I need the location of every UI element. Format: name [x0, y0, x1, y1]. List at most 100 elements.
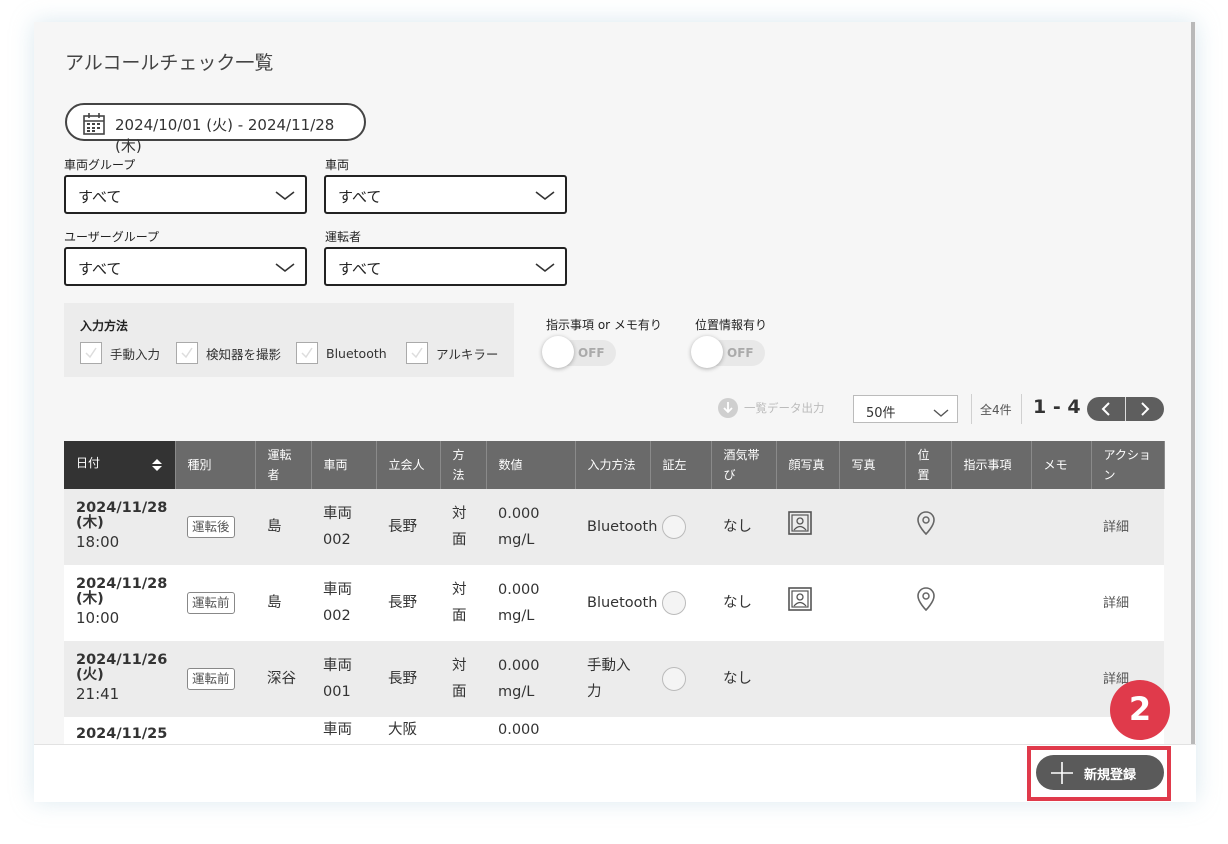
pagination: [1087, 397, 1164, 421]
evidence-cell: [650, 489, 711, 565]
type-cell: 運転前: [175, 565, 255, 641]
step-badge: 2: [1110, 680, 1170, 740]
checkbox-label: アルキラー: [436, 346, 499, 362]
divider: [971, 394, 972, 424]
type-badge: 運転前: [187, 668, 235, 690]
page-title: アルコールチェック一覧: [65, 52, 274, 74]
location-cell: [905, 489, 951, 565]
detail-link[interactable]: 詳細: [1103, 520, 1129, 535]
photo-cell: [839, 641, 905, 717]
vertical-scrollbar[interactable]: [1191, 22, 1195, 745]
table-row[interactable]: 2024/11/28 (木) 10:00 運転前 島 車両002 長野 対面 0.…: [64, 565, 1164, 641]
type-cell: 運転前: [175, 641, 255, 717]
instructions-toggle[interactable]: OFF: [542, 336, 616, 368]
location-toggle[interactable]: OFF: [691, 336, 765, 368]
checkbox-manual[interactable]: 手動入力: [80, 341, 160, 365]
driver-select[interactable]: すべて: [324, 247, 567, 286]
column-header: 入力方法: [575, 441, 651, 489]
date-cell: 2024/11/28 (木) 18:00: [64, 489, 175, 565]
instructions-toggle-label: 指示事項 or メモ有り: [546, 318, 662, 332]
checkbox-photo-detector[interactable]: 検知器を撮影: [176, 341, 281, 365]
checkbox-label: Bluetooth: [326, 345, 387, 361]
evidence-indicator: [662, 515, 686, 539]
column-header: 運転者: [255, 441, 312, 489]
chevron-down-icon: [933, 404, 949, 423]
next-page-button[interactable]: [1126, 397, 1164, 421]
alcohol-check-table: 日付 種別 運転者 車両 立会人 方法 数値 入力方法 証左 酒気帯び 顔写真 …: [64, 441, 1165, 793]
value-cell: 0.000 mg/L: [486, 641, 575, 717]
toggle-knob: [542, 336, 574, 368]
time-text: 10:00: [76, 609, 120, 627]
alcohol-cell: なし: [711, 565, 776, 641]
checkbox-label: 手動入力: [110, 346, 161, 362]
vehicle-value: すべて: [338, 188, 382, 206]
export-button[interactable]: 一覧データ出力: [718, 398, 825, 418]
method-cell: 対面: [440, 489, 486, 565]
date-cell: 2024/11/28 (木) 10:00: [64, 565, 175, 641]
face-photo-cell: [776, 489, 839, 565]
witness-cell: 長野: [376, 641, 440, 717]
value-cell: 0.000 mg/L: [486, 565, 575, 641]
checkbox-alkiller[interactable]: アルキラー: [406, 341, 498, 365]
user-group-select[interactable]: すべて: [64, 247, 307, 286]
export-label: 一覧データ出力: [744, 401, 825, 415]
per-page-value: 50件: [866, 406, 896, 421]
driver-cell: 深谷: [255, 641, 311, 717]
checkbox-box[interactable]: [296, 342, 318, 364]
table-row[interactable]: 2024/11/26 (火) 21:41 運転前 深谷 車両001 長野 対面 0…: [64, 641, 1164, 717]
map-pin-icon[interactable]: [917, 510, 935, 539]
column-header: 車両: [311, 441, 377, 489]
portrait-photo-icon[interactable]: [788, 586, 812, 615]
user-group-value: すべて: [78, 260, 122, 278]
location-cell: [905, 565, 951, 641]
location-toggle-label: 位置情報有り: [695, 318, 768, 332]
vehicle-group-label: 車両グループ: [64, 158, 136, 172]
table-header: 日付 種別 運転者 車両 立会人 方法 数値 入力方法 証左 酒気帯び 顔写真 …: [64, 441, 1165, 489]
column-header: 種別: [175, 441, 256, 489]
checkbox-bluetooth[interactable]: Bluetooth: [296, 341, 387, 365]
memo-cell: [1031, 641, 1091, 717]
date-text: 2024/11/25: [76, 726, 168, 742]
date-range-text: 2024/10/01 (火) - 2024/11/28 (木): [115, 116, 335, 155]
new-button-label: 新規登録: [1084, 768, 1137, 783]
column-header: 顔写真: [776, 441, 840, 489]
portrait-photo-icon[interactable]: [788, 510, 812, 539]
input-cell: Bluetooth: [575, 565, 657, 641]
driver-value: すべて: [338, 260, 382, 278]
witness-cell: 長野: [376, 565, 440, 641]
checkbox-box[interactable]: [406, 342, 428, 364]
column-header: 数値: [486, 441, 576, 489]
vehicle-group-select[interactable]: すべて: [64, 175, 307, 214]
checkbox-box[interactable]: [80, 342, 102, 364]
vehicle-cell: 車両001: [311, 641, 376, 717]
column-header-date[interactable]: 日付: [64, 441, 176, 489]
method-cell: 対面: [440, 641, 486, 717]
map-pin-icon[interactable]: [917, 586, 935, 615]
prev-page-button[interactable]: [1087, 397, 1125, 421]
date-text: 2024/11/28 (木): [76, 500, 168, 531]
detail-link[interactable]: 詳細: [1103, 596, 1129, 611]
chevron-down-icon: [275, 259, 295, 278]
column-header: 方法: [440, 441, 487, 489]
checkbox-label: 検知器を撮影: [206, 346, 282, 362]
column-header: 指示事項: [951, 441, 1032, 489]
sort-icon[interactable]: [151, 458, 163, 478]
checkbox-box[interactable]: [176, 342, 198, 364]
table-row[interactable]: 2024/11/28 (木) 18:00 運転後 島 車両002 長野 対面 0.…: [64, 489, 1164, 565]
new-registration-button[interactable]: 新規登録: [1036, 755, 1164, 790]
face-photo-cell: [776, 641, 839, 717]
date-range-picker[interactable]: 2024/10/01 (火) - 2024/11/28 (木): [65, 103, 366, 155]
evidence-cell: [650, 641, 711, 717]
type-badge: 運転前: [187, 592, 235, 614]
type-cell: 運転後: [175, 489, 255, 565]
per-page-select[interactable]: 50件: [853, 395, 958, 423]
input-method-label: 入力方法: [80, 319, 129, 333]
date-text: 2024/11/28 (木): [76, 576, 168, 607]
column-header: 立会人: [376, 441, 441, 489]
photo-cell: [839, 489, 905, 565]
instructions-cell: [951, 641, 1031, 717]
memo-cell: [1031, 565, 1091, 641]
toggle-state: OFF: [578, 346, 605, 360]
vehicle-select[interactable]: すべて: [324, 175, 567, 214]
column-header: 写真: [839, 441, 906, 489]
